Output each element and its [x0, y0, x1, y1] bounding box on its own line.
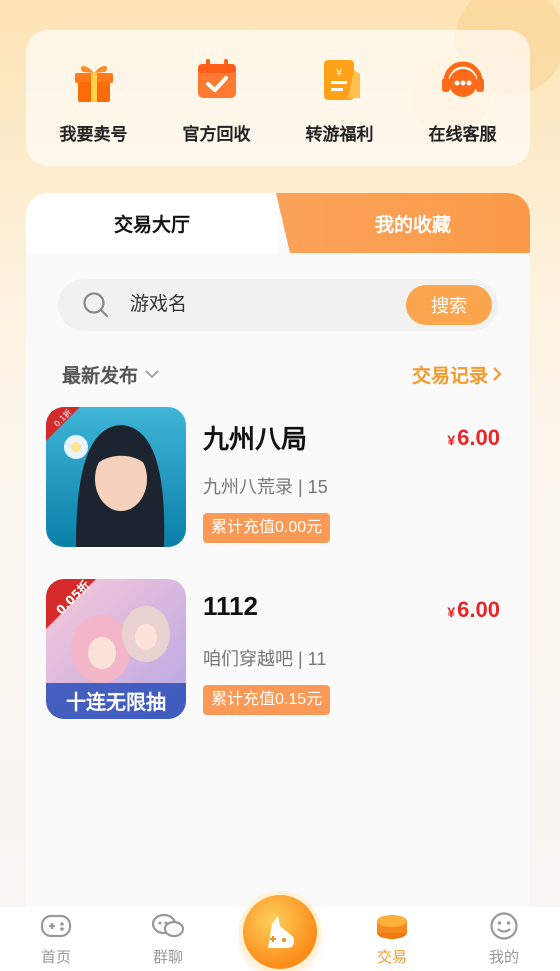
listing-title: 九州八局 [203, 424, 308, 454]
search-bar: 搜索 [58, 279, 498, 331]
smile-icon [486, 908, 522, 944]
sort-label: 最新发布 [62, 365, 139, 387]
currency-symbol: ¥ [447, 432, 456, 448]
listing-price: ¥6.00 [447, 597, 500, 623]
price-value: 6.00 [457, 425, 500, 450]
price-value: 6.00 [457, 597, 500, 622]
trade-panel: 交易大厅 我的收藏 搜索 最新发布 交易记录 [26, 193, 530, 923]
nav-mine-label: 我的 [488, 949, 519, 966]
official-recycle-button[interactable]: 官方回收 [157, 52, 277, 145]
nav-mine[interactable]: 我的 [448, 908, 560, 967]
listing-title: 1112 [203, 591, 258, 621]
sell-account-label: 我要卖号 [59, 124, 128, 144]
search-button[interactable]: 搜索 [406, 285, 492, 325]
transfer-welfare-button[interactable]: ¥ 转游福利 [280, 52, 400, 145]
tab-bar: 交易大厅 我的收藏 [26, 193, 530, 253]
nav-home[interactable]: 首页 [0, 908, 112, 967]
sell-account-button[interactable]: 我要卖号 [34, 52, 154, 145]
game-thumbnail: 0.1折 [46, 407, 186, 547]
list-item[interactable]: 0.1折 九州八局 ¥6.00 九州八荒录 | 15 累计充值0.00元 [46, 407, 516, 579]
trade-records-link[interactable]: 交易记录 [412, 361, 502, 388]
gift-icon [66, 52, 122, 108]
search-input[interactable] [130, 294, 406, 316]
chevron-right-icon [493, 367, 502, 381]
listing-price: ¥6.00 [447, 425, 500, 451]
gamepad-icon [38, 908, 74, 944]
official-recycle-label: 官方回收 [182, 124, 251, 144]
nav-group-chat-label: 群聊 [152, 949, 183, 966]
banner-text: 十连无限抽 [66, 690, 166, 714]
bottom-nav: 首页 群聊 交易 我的 [0, 895, 560, 971]
nav-trade[interactable]: 交易 [336, 908, 448, 967]
online-service-label: 在线客服 [428, 124, 497, 144]
search-icon [83, 292, 109, 318]
svg-text:¥: ¥ [335, 68, 341, 79]
transfer-welfare-label: 转游福利 [305, 124, 374, 144]
recharge-badge: 累计充值0.15元 [203, 685, 331, 715]
records-label: 交易记录 [411, 365, 488, 387]
tab-my-favorites[interactable]: 我的收藏 [276, 193, 530, 253]
game-thumbnail: 0.05折 十连无限抽 [46, 579, 186, 719]
filter-row: 最新发布 交易记录 [62, 359, 502, 389]
currency-symbol: ¥ [447, 604, 456, 620]
online-service-button[interactable]: 在线客服 [403, 52, 523, 145]
listing-subtitle: 九州八荒录 | 15 [203, 477, 328, 497]
list-item[interactable]: 0.05折 十连无限抽 1112 ¥6.00 咱们穿越吧 | 11 累计充值0.… [46, 579, 516, 751]
headset-icon [435, 52, 491, 108]
center-game-button[interactable] [243, 895, 317, 969]
coins-icon [374, 908, 410, 944]
chevron-down-icon [145, 370, 159, 379]
chat-icon [150, 908, 186, 944]
center-game-icon [268, 916, 295, 948]
nav-home-label: 首页 [40, 949, 71, 966]
sort-dropdown[interactable]: 最新发布 [62, 361, 160, 388]
recharge-badge: 累计充值0.00元 [203, 513, 331, 543]
calendar-check-icon [189, 52, 245, 108]
nav-trade-label: 交易 [376, 949, 407, 966]
listing-list: 0.1折 九州八局 ¥6.00 九州八荒录 | 15 累计充值0.00元 0.0… [46, 407, 516, 751]
nav-group-chat[interactable]: 群聊 [112, 908, 224, 967]
listing-subtitle: 咱们穿越吧 | 11 [203, 649, 327, 669]
quick-menu: 我要卖号 官方回收 ¥ 转游福利 在线客服 [26, 30, 530, 166]
tab-trade-hall[interactable]: 交易大厅 [26, 193, 278, 253]
receipt-icon: ¥ [312, 52, 368, 108]
